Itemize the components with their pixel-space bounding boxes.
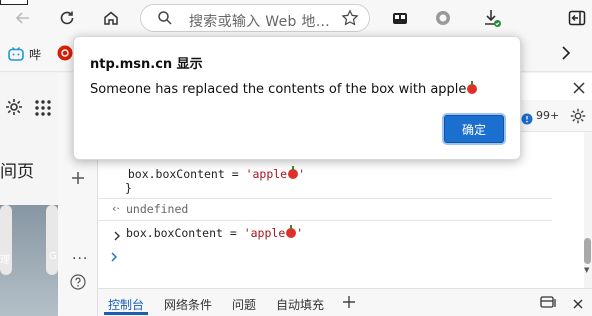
address-bar[interactable]: 搜索或输入 Web 地… [140,4,370,32]
scroll-down-arrow-icon[interactable]: ▼ [584,266,589,274]
netease-icon[interactable] [57,45,73,65]
apple-emoji-icon [288,166,299,179]
extensions-icon[interactable] [389,7,411,29]
tile-partial-label-2: G [49,251,57,262]
console-divider [98,220,552,221]
console-scrollbar-track[interactable] [584,132,592,288]
page-partial-heading: 间页 [0,162,34,182]
tab-console[interactable]: 控制台 [108,296,144,313]
console-prompt-icon[interactable] [110,247,118,266]
back-icon[interactable] [12,7,34,29]
tab-issues[interactable]: 问题 [232,296,256,313]
settings-gear-icon[interactable] [4,97,24,121]
chevron-right-icon[interactable] [560,45,572,65]
sidebar-toggle-icon[interactable] [566,7,588,29]
drawer-tab-bar: 控制台 网络条件 问题 自动填充 [98,288,592,316]
apple-emoji-icon [286,225,297,238]
apple-emoji-icon [467,81,478,94]
console-scrollbar-thumb[interactable] [584,238,591,264]
console-result-undefined: undefined [126,202,189,216]
refresh-icon[interactable] [56,7,78,29]
devtools-settings-icon[interactable] [569,107,587,129]
console-divider [98,198,552,199]
dialog-message: Someone has replaced the contents of the… [90,81,478,97]
bilibili-icon [8,46,24,66]
dialog-message-text: Someone has replaced the contents of the… [90,82,467,97]
quick-link-tile-2[interactable] [46,205,58,275]
tab-autofill[interactable]: 自动填充 [276,296,324,313]
ok-button[interactable]: 确定 [444,115,504,143]
favorite-bilibili-label[interactable]: 哔 [29,46,41,63]
apps-grid-icon[interactable] [34,99,52,121]
console-assignment-line: box.boxContent = 'apple ' [114,166,306,181]
expand-chevron-icon[interactable] [113,226,121,245]
console-input-line: box.boxContent = 'apple ' [126,225,304,240]
tab-network-conditions[interactable]: 网络条件 [164,296,212,313]
circle-extension-icon[interactable] [432,7,454,29]
alert-dialog: ntp.msn.cn 显示 Someone has replaced the c… [73,36,521,160]
console-string-value: 'apple [245,167,288,181]
window-edge [0,0,28,5]
help-icon[interactable] [70,274,86,294]
address-placeholder: 搜索或输入 Web 地… [189,14,331,30]
close-devtools-icon[interactable] [572,80,586,99]
result-arrow-icon: ‹· [112,202,120,215]
home-icon[interactable] [100,7,122,29]
dock-icon[interactable] [540,295,558,314]
downloads-icon[interactable] [481,7,503,29]
console-closing-brace: } [125,181,132,195]
dialog-title: ntp.msn.cn 显示 [90,57,203,72]
active-tab-indicator [104,312,148,315]
favorite-star-icon[interactable] [341,9,359,31]
add-tab-icon[interactable] [342,294,356,313]
add-tool-icon[interactable] [70,170,86,190]
issues-icon[interactable] [521,110,533,129]
close-drawer-icon[interactable] [572,295,584,314]
more-tools-icon[interactable]: ··· [72,251,88,267]
browser-toolbar: 搜索或输入 Web 地… [0,0,592,36]
search-icon [157,10,173,30]
tile-partial-label-1: 理 [0,255,10,266]
issue-count-badge[interactable]: 99+ [536,109,559,122]
